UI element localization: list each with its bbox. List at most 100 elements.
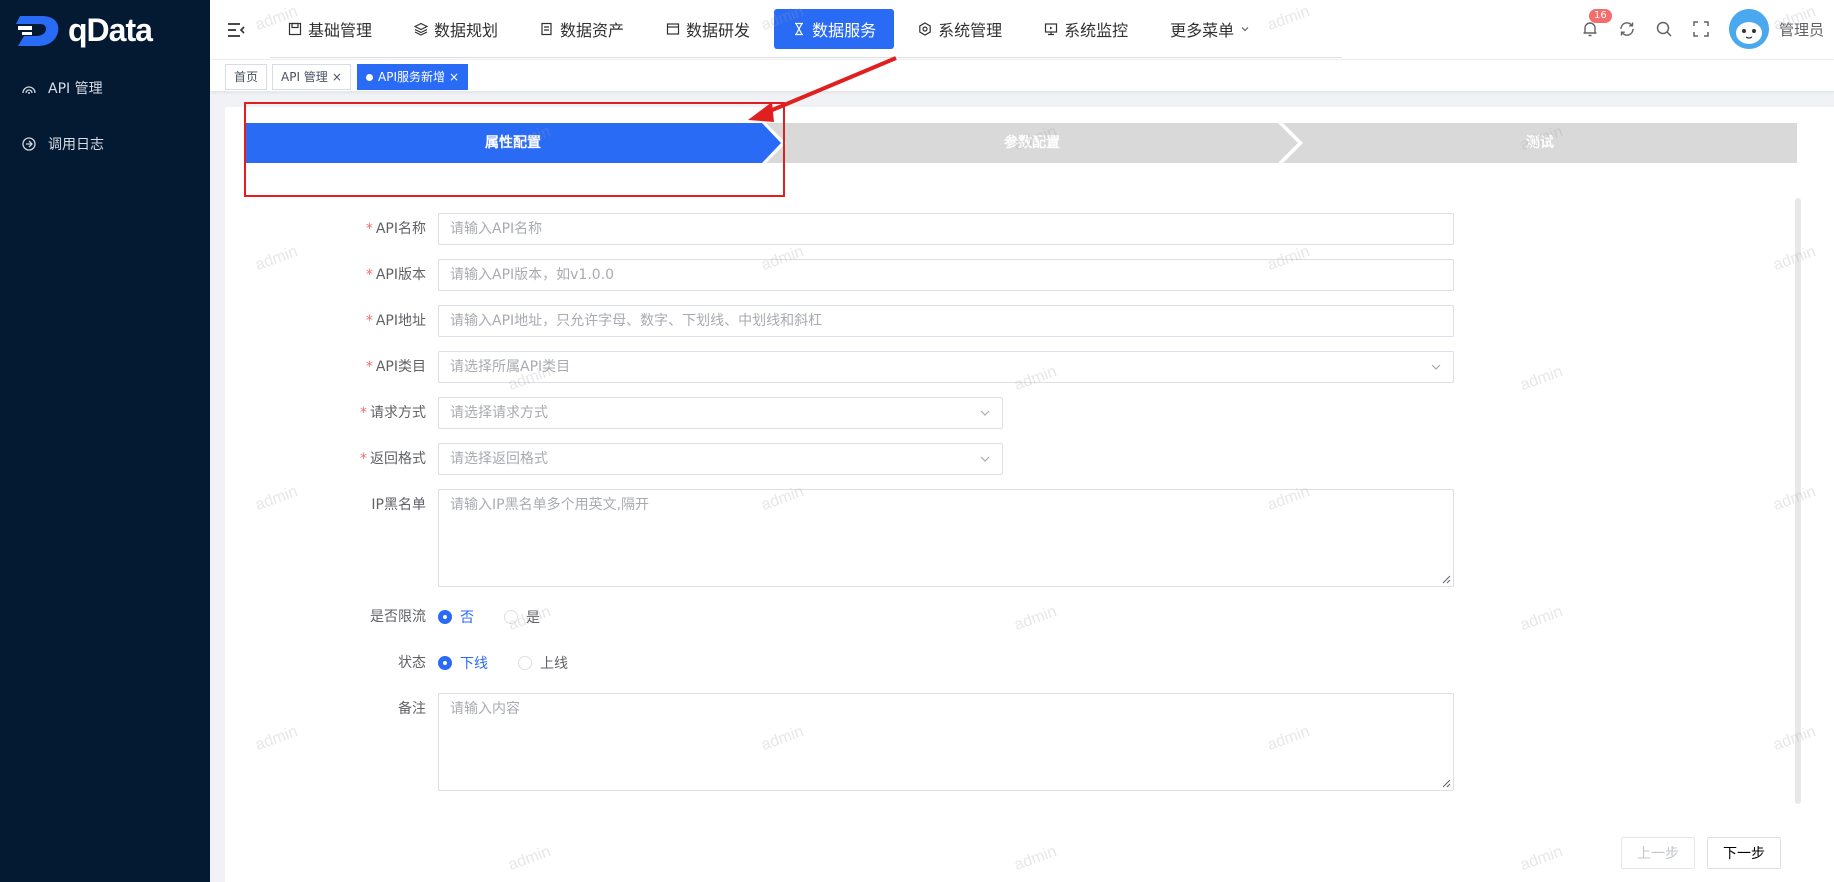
bell-icon[interactable]: 16 xyxy=(1580,9,1612,39)
nav-system-monitor[interactable]: 系统监控 xyxy=(1026,9,1146,49)
log-icon xyxy=(22,137,36,151)
step-test[interactable]: 测试 xyxy=(1283,123,1797,163)
tag-home[interactable]: 首页 xyxy=(225,64,268,90)
field-label: * API版本 xyxy=(300,259,438,291)
nav-more-menu[interactable]: 更多菜单 xyxy=(1152,9,1268,49)
field-label: * API地址 xyxy=(300,305,438,337)
select-placeholder: 请选择返回格式 xyxy=(450,451,548,467)
ip-blacklist-textarea[interactable]: 请输入IP黑名单多个用英文,隔开 xyxy=(438,489,1454,587)
radio-label: 上线 xyxy=(540,656,568,672)
sidebar: qData API 管理 调用日志 xyxy=(0,0,210,882)
fullscreen-icon[interactable] xyxy=(1691,19,1711,39)
form-row-return-format: * 返回格式 请选择返回格式 xyxy=(300,443,1003,475)
settings-icon xyxy=(918,22,932,36)
request-method-select[interactable]: 请选择请求方式 xyxy=(438,397,1003,429)
user-name[interactable]: 管理员 xyxy=(1779,19,1824,40)
select-placeholder: 请选择请求方式 xyxy=(450,405,548,421)
radio-circle xyxy=(438,656,452,670)
radio-circle xyxy=(518,656,532,670)
nav-system-management[interactable]: 系统管理 xyxy=(900,9,1020,49)
form-row-api-category: * API类目 请选择所属API类目 xyxy=(300,351,1454,383)
nav-data-assets[interactable]: 数据资产 xyxy=(522,9,642,49)
field-label: * 请求方式 xyxy=(300,397,438,429)
label-text: IP黑名单 xyxy=(371,497,426,513)
nav-data-development[interactable]: 数据研发 xyxy=(648,9,768,49)
nav-label: 数据规划 xyxy=(434,21,499,40)
form-row-ip-blacklist: IP黑名单 请输入IP黑名单多个用英文,隔开 xyxy=(300,489,1454,587)
menu-toggle-icon[interactable] xyxy=(226,20,246,40)
form-row-request-method: * 请求方式 请选择请求方式 xyxy=(300,397,1003,429)
nav-data-service[interactable]: 数据服务 xyxy=(774,9,895,49)
tag-api-service-add[interactable]: API服务新增 × xyxy=(357,64,469,90)
step-attribute-config[interactable]: 属性配置 xyxy=(245,123,781,163)
api-version-input[interactable]: 请输入API版本，如v1.0.0 xyxy=(438,259,1454,291)
status-online-radio[interactable]: 上线 xyxy=(518,653,568,673)
rate-limit-no-radio[interactable]: 否 xyxy=(438,607,474,627)
nav-label: 数据服务 xyxy=(812,21,877,40)
field-label: 备注 xyxy=(300,693,438,725)
remark-textarea[interactable]: 请输入内容 xyxy=(438,693,1454,791)
doc-icon xyxy=(540,22,554,36)
logo-text: qData xyxy=(68,11,153,48)
search-icon[interactable] xyxy=(1654,19,1674,39)
label-text: 请求方式 xyxy=(370,405,426,421)
return-format-select[interactable]: 请选择返回格式 xyxy=(438,443,1003,475)
nav-label: 更多菜单 xyxy=(1170,21,1235,40)
api-category-select[interactable]: 请选择所属API类目 xyxy=(438,351,1454,383)
api-name-input[interactable]: 请输入API名称 xyxy=(438,213,1454,245)
prev-step-button[interactable]: 上一步 xyxy=(1621,837,1695,869)
step-parameter-config[interactable]: 参数配置 xyxy=(766,123,1298,163)
nav-divider xyxy=(270,57,1342,58)
field-label: * 返回格式 xyxy=(300,443,438,475)
avatar[interactable] xyxy=(1728,9,1769,49)
scrollbar[interactable] xyxy=(1795,198,1801,804)
layers-icon xyxy=(414,22,429,36)
form-row-api-version: * API版本 请输入API版本，如v1.0.0 xyxy=(300,259,1454,291)
active-dot-icon xyxy=(366,73,373,81)
tag-label: 首页 xyxy=(234,70,259,84)
chevron-down-icon xyxy=(1240,24,1250,34)
api-path-input[interactable]: 请输入API地址，只允许字母、数字、下划线、中划线和斜杠 xyxy=(438,305,1454,337)
nav-label: 系统管理 xyxy=(938,21,1003,40)
sidebar-item-api-manage[interactable]: API 管理 xyxy=(0,60,210,116)
form-row-api-path: * API地址 请输入API地址，只允许字母、数字、下划线、中划线和斜杠 xyxy=(300,305,1454,337)
nav-basic-management[interactable]: 基础管理 xyxy=(270,9,390,49)
sidebar-item-call-log[interactable]: 调用日志 xyxy=(0,116,210,172)
nav-data-planning[interactable]: 数据规划 xyxy=(396,9,516,49)
next-step-button[interactable]: 下一步 xyxy=(1707,837,1781,869)
radio-circle xyxy=(504,610,518,624)
chevron-down-icon xyxy=(1431,364,1441,370)
monitor-icon xyxy=(1044,22,1058,36)
form-row-rate-limit: 是否限流 否 是 xyxy=(300,601,570,633)
label-text: 返回格式 xyxy=(370,451,426,467)
radio-label: 下线 xyxy=(460,656,488,672)
rate-limit-radio-group: 否 是 xyxy=(438,601,570,633)
label-text: 是否限流 xyxy=(370,609,426,625)
required-mark: * xyxy=(360,405,367,421)
close-icon[interactable]: × xyxy=(332,65,342,89)
resize-grip-icon[interactable] xyxy=(1442,779,1451,788)
rate-limit-yes-radio[interactable]: 是 xyxy=(504,607,540,627)
tag-api-manage[interactable]: API 管理 × xyxy=(272,64,351,90)
nav-label: 数据资产 xyxy=(560,21,625,40)
close-icon[interactable]: × xyxy=(449,65,459,89)
logo-icon xyxy=(16,10,64,50)
steps-bar: 属性配置 参数配置 测试 xyxy=(245,123,1797,163)
notification-badge: 16 xyxy=(1588,9,1612,23)
required-mark: * xyxy=(365,221,373,237)
nav-label: 数据研发 xyxy=(686,21,751,40)
save-icon xyxy=(288,22,302,36)
field-label: 是否限流 xyxy=(300,601,438,633)
resize-grip-icon[interactable] xyxy=(1442,575,1451,584)
window-icon xyxy=(666,22,680,36)
tags-bar: 首页 API 管理 × API服务新增 × xyxy=(210,60,1834,92)
logo[interactable]: qData xyxy=(0,0,210,60)
status-offline-radio[interactable]: 下线 xyxy=(438,653,488,673)
nav-label: 基础管理 xyxy=(308,21,373,40)
form-row-remark: 备注 请输入内容 xyxy=(300,693,1454,791)
textarea-placeholder: 请输入内容 xyxy=(450,701,520,717)
refresh-icon[interactable] xyxy=(1617,19,1637,39)
required-mark: * xyxy=(365,313,373,329)
sidebar-item-label: API 管理 xyxy=(48,81,103,97)
chevron-down-icon xyxy=(980,456,990,462)
